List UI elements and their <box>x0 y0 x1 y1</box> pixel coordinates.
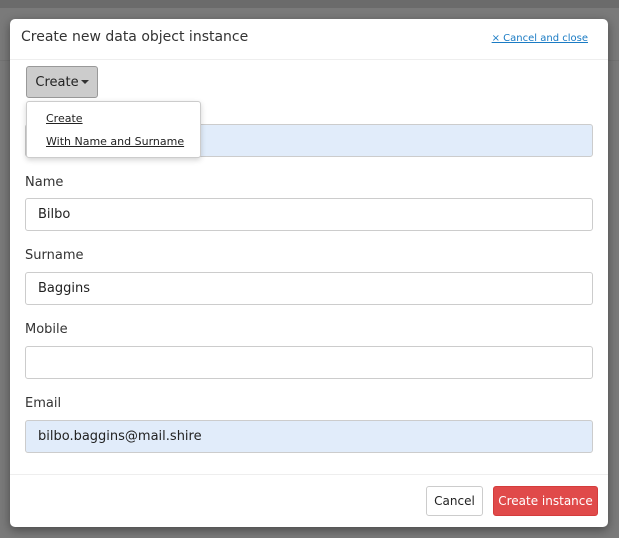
header-divider <box>10 59 608 60</box>
create-dropdown-menu: Create With Name and Surname <box>26 101 201 158</box>
email-label: Email <box>25 396 62 411</box>
create-dropdown-button[interactable]: Create <box>26 66 98 98</box>
cancel-button[interactable]: Cancel <box>426 486 483 516</box>
surname-input[interactable] <box>25 272 593 305</box>
surname-label: Surname <box>25 248 84 263</box>
background-header <box>0 0 619 8</box>
cancel-and-close-link[interactable]: × Cancel and close <box>492 33 588 44</box>
name-label: Name <box>25 175 64 190</box>
create-instance-button[interactable]: Create instance <box>493 486 598 516</box>
mobile-label: Mobile <box>25 322 68 337</box>
create-button-label: Create <box>35 74 79 90</box>
modal-title: Create new data object instance <box>21 29 249 45</box>
menu-item-with-name-and-surname[interactable]: With Name and Surname <box>46 135 184 148</box>
email-input[interactable] <box>25 420 593 453</box>
name-input[interactable] <box>25 198 593 231</box>
menu-item-create[interactable]: Create <box>46 112 83 125</box>
caret-down-icon <box>80 80 89 84</box>
footer-divider <box>10 474 608 475</box>
create-instance-modal: Create new data object instance × Cancel… <box>10 19 608 527</box>
mobile-input[interactable] <box>25 346 593 379</box>
